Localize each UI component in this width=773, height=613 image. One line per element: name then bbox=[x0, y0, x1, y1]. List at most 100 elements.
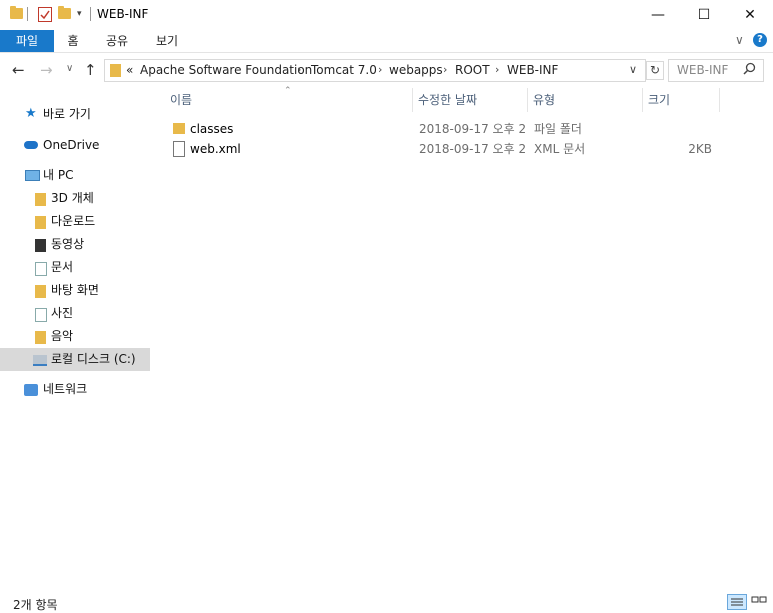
properties-icon[interactable] bbox=[38, 7, 52, 22]
tab-home[interactable]: 홈 bbox=[56, 30, 90, 52]
title-bar: ▾ WEB-INF — ☐ ✕ bbox=[0, 0, 773, 30]
maximize-button[interactable]: ☐ bbox=[681, 0, 727, 30]
sidebar-item-label: 바탕 화면 bbox=[51, 283, 99, 297]
expand-ribbon-icon[interactable]: ∨ bbox=[735, 33, 744, 47]
navigation-bar: ← → ∨ ↑ « Apache Software Foundation › T… bbox=[0, 53, 773, 87]
sidebar-item-label: 3D 개체 bbox=[51, 191, 94, 205]
folder-download-icon bbox=[35, 216, 46, 229]
column-divider[interactable] bbox=[642, 88, 643, 112]
folder-pictures-icon bbox=[35, 308, 47, 322]
file-type: 파일 폴더 bbox=[534, 122, 582, 136]
tab-view[interactable]: 보기 bbox=[146, 30, 188, 52]
tab-file[interactable]: 파일 bbox=[0, 30, 54, 52]
sidebar-item-onedrive[interactable]: OneDrive bbox=[0, 134, 150, 157]
item-count: 2개 항목 bbox=[13, 598, 58, 612]
computer-icon bbox=[25, 170, 40, 181]
file-modified: 2018-09-17 오후 2 bbox=[419, 142, 527, 156]
recent-locations-icon[interactable]: ∨ bbox=[66, 63, 73, 74]
star-icon: ★ bbox=[25, 106, 37, 121]
sidebar-item-pictures[interactable]: 사진 bbox=[0, 302, 150, 325]
chevron-right-icon[interactable]: › bbox=[443, 63, 447, 76]
file-name: web.xml bbox=[190, 142, 241, 156]
network-icon bbox=[24, 384, 38, 396]
column-header-name[interactable]: 이름 bbox=[170, 88, 192, 112]
sidebar-item-label: OneDrive bbox=[43, 138, 100, 152]
sidebar-item-label: 다운로드 bbox=[51, 214, 96, 228]
sidebar-item-this-pc[interactable]: 내 PC bbox=[0, 164, 150, 187]
folder-desktop-icon bbox=[35, 285, 46, 298]
customize-quick-access-icon[interactable]: ▾ bbox=[77, 9, 82, 19]
tab-share[interactable]: 공유 bbox=[96, 30, 138, 52]
breadcrumb-item[interactable]: ROOT bbox=[455, 63, 490, 77]
file-list: ⌃ 이름 수정한 날짜 유형 크기 classes 2018-09-17 오후 … bbox=[150, 86, 773, 588]
file-size: 2KB bbox=[688, 142, 712, 156]
sort-ascending-icon: ⌃ bbox=[284, 86, 292, 96]
folder-video-icon bbox=[35, 239, 46, 252]
table-row[interactable]: web.xml 2018-09-17 오후 2 XML 문서 2KB bbox=[158, 139, 718, 159]
sidebar-item-videos[interactable]: 동영상 bbox=[0, 233, 150, 256]
address-dropdown-icon[interactable]: ∨ bbox=[629, 63, 637, 76]
new-folder-icon[interactable] bbox=[58, 6, 71, 19]
folder-3d-icon bbox=[35, 193, 46, 206]
sidebar-item-label: 음악 bbox=[51, 329, 74, 343]
close-button[interactable]: ✕ bbox=[727, 0, 773, 30]
sidebar-item-label: 사진 bbox=[51, 306, 74, 320]
sidebar-item-label: 바로 가기 bbox=[43, 107, 91, 121]
folder-icon bbox=[110, 64, 121, 77]
search-placeholder: WEB-INF bbox=[677, 63, 729, 77]
sidebar-item-quick-access[interactable]: ★ 바로 가기 bbox=[0, 103, 150, 126]
chevron-right-icon[interactable]: › bbox=[495, 63, 499, 76]
sidebar-item-local-disk[interactable]: 로컬 디스크 (C:) bbox=[0, 348, 150, 371]
window-title: WEB-INF bbox=[97, 7, 149, 21]
folder-icon bbox=[173, 123, 185, 134]
column-divider[interactable] bbox=[719, 88, 720, 112]
navigation-pane: ★ 바로 가기 OneDrive 내 PC 3D 개체 다운로드 동영상 문서 … bbox=[0, 88, 150, 588]
file-modified: 2018-09-17 오후 2 bbox=[419, 122, 527, 136]
breadcrumb-overflow[interactable]: « bbox=[126, 63, 133, 77]
column-divider[interactable] bbox=[527, 88, 528, 112]
refresh-button[interactable]: ↻ bbox=[646, 61, 664, 80]
sidebar-item-label: 문서 bbox=[51, 260, 74, 274]
sidebar-item-label: 동영상 bbox=[51, 237, 85, 251]
details-view-button[interactable] bbox=[727, 594, 747, 610]
file-type: XML 문서 bbox=[534, 142, 586, 156]
chevron-right-icon[interactable]: › bbox=[378, 63, 382, 76]
search-input[interactable]: WEB-INF bbox=[668, 59, 764, 82]
breadcrumb-item[interactable]: Apache Software Foundation bbox=[140, 63, 312, 77]
sidebar-item-label: 네트워크 bbox=[43, 382, 88, 396]
sidebar-item-3d-objects[interactable]: 3D 개체 bbox=[0, 187, 150, 210]
column-header-modified[interactable]: 수정한 날짜 bbox=[418, 88, 477, 112]
search-icon[interactable] bbox=[743, 62, 756, 79]
folder-documents-icon bbox=[35, 262, 47, 276]
drive-icon bbox=[33, 355, 47, 366]
breadcrumb-item[interactable]: webapps bbox=[389, 63, 443, 77]
sidebar-item-downloads[interactable]: 다운로드 bbox=[0, 210, 150, 233]
help-icon[interactable]: ? bbox=[753, 33, 767, 47]
sidebar-item-label: 로컬 디스크 (C:) bbox=[51, 352, 136, 366]
sidebar-item-desktop[interactable]: 바탕 화면 bbox=[0, 279, 150, 302]
column-header-type[interactable]: 유형 bbox=[533, 88, 555, 112]
sidebar-item-documents[interactable]: 문서 bbox=[0, 256, 150, 279]
sidebar-item-label: 내 PC bbox=[43, 168, 74, 182]
chevron-right-icon[interactable]: › bbox=[297, 63, 301, 76]
breadcrumb-item[interactable]: WEB-INF bbox=[507, 63, 558, 77]
divider bbox=[27, 7, 28, 21]
column-header-size[interactable]: 크기 bbox=[648, 88, 670, 112]
address-bar[interactable]: « Apache Software Foundation › Tomcat 7.… bbox=[104, 59, 646, 82]
forward-button[interactable]: → bbox=[40, 61, 53, 79]
sidebar-item-music[interactable]: 음악 bbox=[0, 325, 150, 348]
sidebar-item-network[interactable]: 네트워크 bbox=[0, 378, 150, 401]
file-icon bbox=[173, 141, 185, 157]
table-row[interactable]: classes 2018-09-17 오후 2 파일 폴더 bbox=[158, 119, 718, 139]
breadcrumb-item[interactable]: Tomcat 7.0 bbox=[311, 63, 377, 77]
divider bbox=[90, 7, 91, 21]
ribbon-tabs: 파일 홈 공유 보기 ∨ ? bbox=[0, 30, 773, 53]
large-icons-view-button[interactable] bbox=[750, 594, 768, 608]
minimize-button[interactable]: — bbox=[635, 0, 681, 30]
back-button[interactable]: ← bbox=[12, 61, 25, 79]
folder-icon bbox=[10, 6, 23, 19]
status-bar: 2개 항목 bbox=[0, 588, 773, 612]
up-button[interactable]: ↑ bbox=[84, 61, 97, 79]
column-divider[interactable] bbox=[412, 88, 413, 112]
cloud-icon bbox=[24, 141, 38, 149]
